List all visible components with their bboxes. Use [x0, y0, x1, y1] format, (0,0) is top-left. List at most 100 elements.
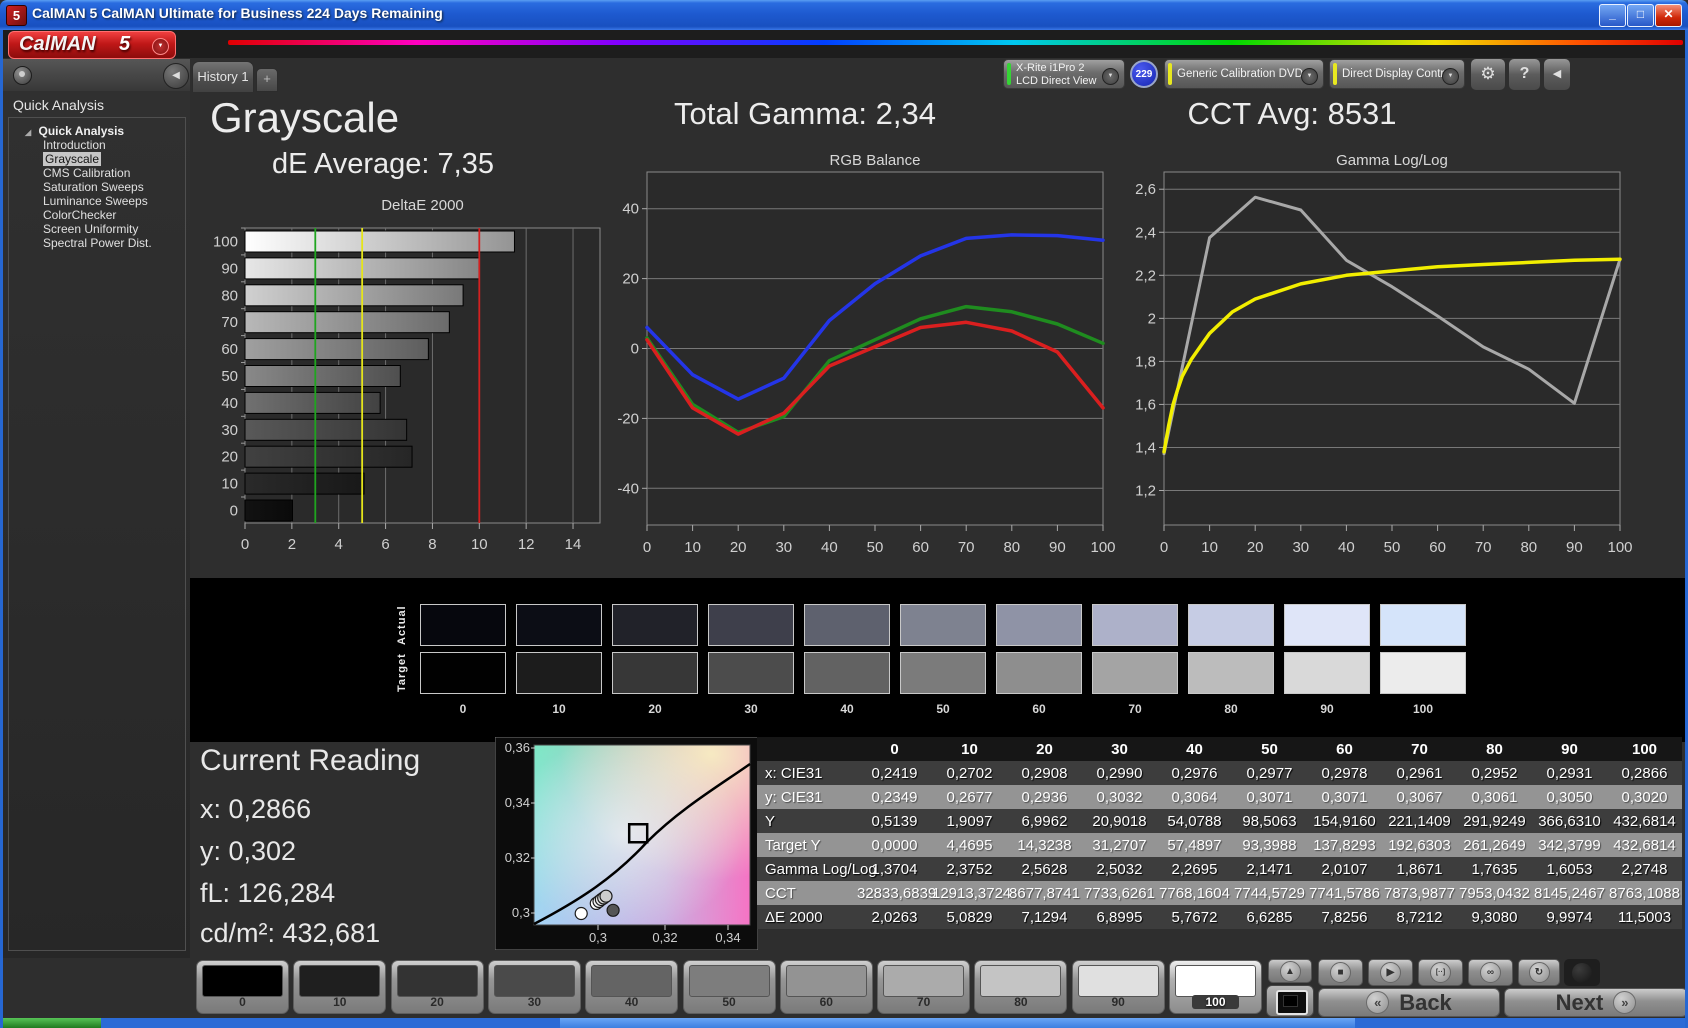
brand-row: CalMAN 5 ▼ — [3, 30, 1685, 59]
pattern-button-0[interactable]: 0 — [196, 960, 289, 1014]
svg-text:70: 70 — [1475, 539, 1492, 556]
actual-swatch-90 — [1284, 604, 1370, 646]
deltae-bar-chart: DeltaE 20000 2 4 6 8 10 12 14100908070605040302… — [213, 197, 601, 553]
panel-collapse-icon[interactable]: ◀ — [1543, 58, 1571, 91]
sidebar-item-screen-uniformity[interactable]: Screen Uniformity — [9, 223, 185, 237]
minimize-icon[interactable]: _ — [1599, 4, 1626, 27]
meter-badge[interactable]: 229 — [1130, 60, 1158, 88]
pattern-up-button[interactable]: ▲ — [1268, 959, 1312, 983]
sidebar-item-introduction[interactable]: Introduction — [9, 139, 185, 153]
meter-dropdown[interactable]: X-Rite i1Pro 2 LCD Direct View ▼ — [1003, 59, 1125, 89]
svg-text:40: 40 — [221, 395, 238, 412]
play-button[interactable]: ▶ — [1368, 959, 1413, 986]
workflow-radio-icon[interactable] — [13, 66, 32, 85]
svg-text:-40: -40 — [617, 480, 639, 497]
sidebar-item-luminance-sweeps[interactable]: Luminance Sweeps — [9, 195, 185, 209]
svg-text:Gamma Log/Log: Gamma Log/Log — [1336, 152, 1448, 169]
table-row: x: CIE31 0,2419 0,2702 0,2908 0,2990 0,2976 0,… — [757, 761, 1682, 785]
chevron-down-icon[interactable]: ▼ — [1442, 68, 1459, 85]
table-row: Gamma Log/Log 1,3704 2,3752 2,5628 2,5032 2,2… — [757, 857, 1682, 881]
gear-icon[interactable]: ⚙ — [1470, 58, 1506, 91]
svg-text:50: 50 — [1384, 539, 1401, 556]
svg-text:50: 50 — [221, 368, 238, 385]
tab-history[interactable]: History 1 — [192, 61, 254, 92]
stop-button[interactable]: ■ — [1318, 959, 1363, 986]
pattern-button-30[interactable]: 30 — [487, 960, 581, 1014]
svg-text:10: 10 — [684, 539, 701, 556]
back-button[interactable]: « Back — [1318, 988, 1500, 1017]
chevron-down-icon[interactable]: ▼ — [1301, 68, 1318, 85]
pattern-button-10[interactable]: 10 — [293, 960, 387, 1014]
actual-swatch-80 — [1188, 604, 1274, 646]
close-icon[interactable]: ✕ — [1655, 4, 1682, 27]
sidebar-top-strip: ◀ — [3, 59, 190, 91]
actual-swatch-70 — [1092, 604, 1178, 646]
target-swatch-0 — [420, 652, 506, 694]
target-swatch-60 — [996, 652, 1082, 694]
actual-swatch-40 — [804, 604, 890, 646]
sidebar-collapse-icon[interactable]: ◀ — [163, 63, 189, 89]
help-icon[interactable]: ? — [1508, 58, 1541, 91]
frame-step-button[interactable]: [··] — [1418, 959, 1463, 986]
logo-dropdown-icon[interactable]: ▼ — [152, 38, 169, 55]
logo-number: 5 — [119, 33, 131, 55]
svg-text:80: 80 — [221, 287, 238, 304]
swatch-column-label: 70 — [1128, 702, 1142, 716]
swatch-column-label: 80 — [1224, 702, 1238, 716]
pattern-button-60[interactable]: 60 — [779, 960, 873, 1014]
infinity-icon: ∞ — [1480, 962, 1501, 983]
source-dropdown[interactable]: Generic Calibration DVD ▼ — [1164, 59, 1324, 89]
target-swatch-80 — [1188, 652, 1274, 694]
reading-fl: fL: 126,284 — [200, 878, 336, 908]
calman-logo-menu[interactable]: CalMAN 5 ▼ — [8, 31, 176, 59]
svg-text:1,2: 1,2 — [1135, 482, 1156, 499]
app-icon: 5 — [6, 5, 27, 26]
pattern-button-90[interactable]: 90 — [1071, 960, 1165, 1014]
svg-text:0,3: 0,3 — [589, 930, 607, 945]
actual-swatch-50 — [900, 604, 986, 646]
svg-text:0,34: 0,34 — [715, 930, 740, 945]
gamma-chart: Gamma Log/Log 2,6 2,4 2,2 2 1,8 1,6 1,4 1,2 0 10 20… — [1135, 152, 1632, 556]
sidebar-item-cms-calibration[interactable]: CMS Calibration — [9, 167, 185, 181]
window-pattern-button[interactable] — [1266, 985, 1314, 1017]
display-control-dropdown[interactable]: Direct Display Control ▼ — [1329, 59, 1465, 89]
rgb-balance-chart: RGB Balance 40 20 0 -20 -40 0 10 20 30 40 50 60 70 80 9… — [617, 152, 1115, 556]
total-gamma: Total Gamma: 2,34 — [674, 96, 936, 131]
pattern-button-40[interactable]: 40 — [585, 960, 679, 1014]
svg-text:60: 60 — [1429, 539, 1446, 556]
pattern-button-50[interactable]: 50 — [682, 960, 776, 1014]
loop-button[interactable]: ↻ — [1518, 959, 1560, 986]
tree-root[interactable]: ◢ Quick Analysis — [9, 118, 185, 139]
chevron-down-icon[interactable]: ▼ — [1102, 68, 1119, 85]
svg-text:80: 80 — [1520, 539, 1537, 556]
pattern-button-20[interactable]: 20 — [390, 960, 484, 1014]
svg-text:RGB Balance: RGB Balance — [830, 152, 921, 169]
pattern-button-100[interactable]: 100 — [1169, 960, 1262, 1014]
pattern-button-70[interactable]: 70 — [877, 960, 971, 1014]
sidebar-item-saturation-sweeps[interactable]: Saturation Sweeps — [9, 181, 185, 195]
add-tab-button[interactable]: + — [256, 68, 278, 92]
svg-text:0,32: 0,32 — [652, 930, 677, 945]
svg-text:100: 100 — [1607, 539, 1632, 556]
next-button[interactable]: Next » — [1504, 988, 1688, 1017]
target-swatch-70 — [1092, 652, 1178, 694]
continuous-button[interactable]: ∞ — [1468, 959, 1513, 986]
target-swatch-30 — [708, 652, 794, 694]
restore-icon[interactable]: □ — [1627, 4, 1654, 27]
pattern-button-80[interactable]: 80 — [974, 960, 1068, 1014]
reading-cdm2: cd/m²: 432,681 — [200, 918, 381, 948]
expander-icon: ◢ — [25, 128, 32, 137]
stop-icon: ■ — [1330, 962, 1351, 983]
svg-text:20: 20 — [1247, 539, 1264, 556]
svg-text:0: 0 — [1160, 539, 1168, 556]
meter-status-bar — [1007, 63, 1011, 85]
target-swatch-50 — [900, 652, 986, 694]
measurement-table: 0 10 20 30 40 50 60 70 80 90 100 x: CIE31 0,2419 0,27… — [757, 737, 1682, 929]
sidebar-item-grayscale[interactable]: Grayscale — [9, 152, 185, 167]
svg-text:12: 12 — [518, 536, 535, 553]
target-swatch-100 — [1380, 652, 1466, 694]
sidebar-item-colorchecker[interactable]: ColorChecker — [9, 209, 185, 223]
swatch-column-label: 100 — [1412, 702, 1434, 716]
sidebar-item-spectral-power-dist-[interactable]: Spectral Power Dist. — [9, 237, 185, 251]
svg-text:90: 90 — [221, 260, 238, 277]
